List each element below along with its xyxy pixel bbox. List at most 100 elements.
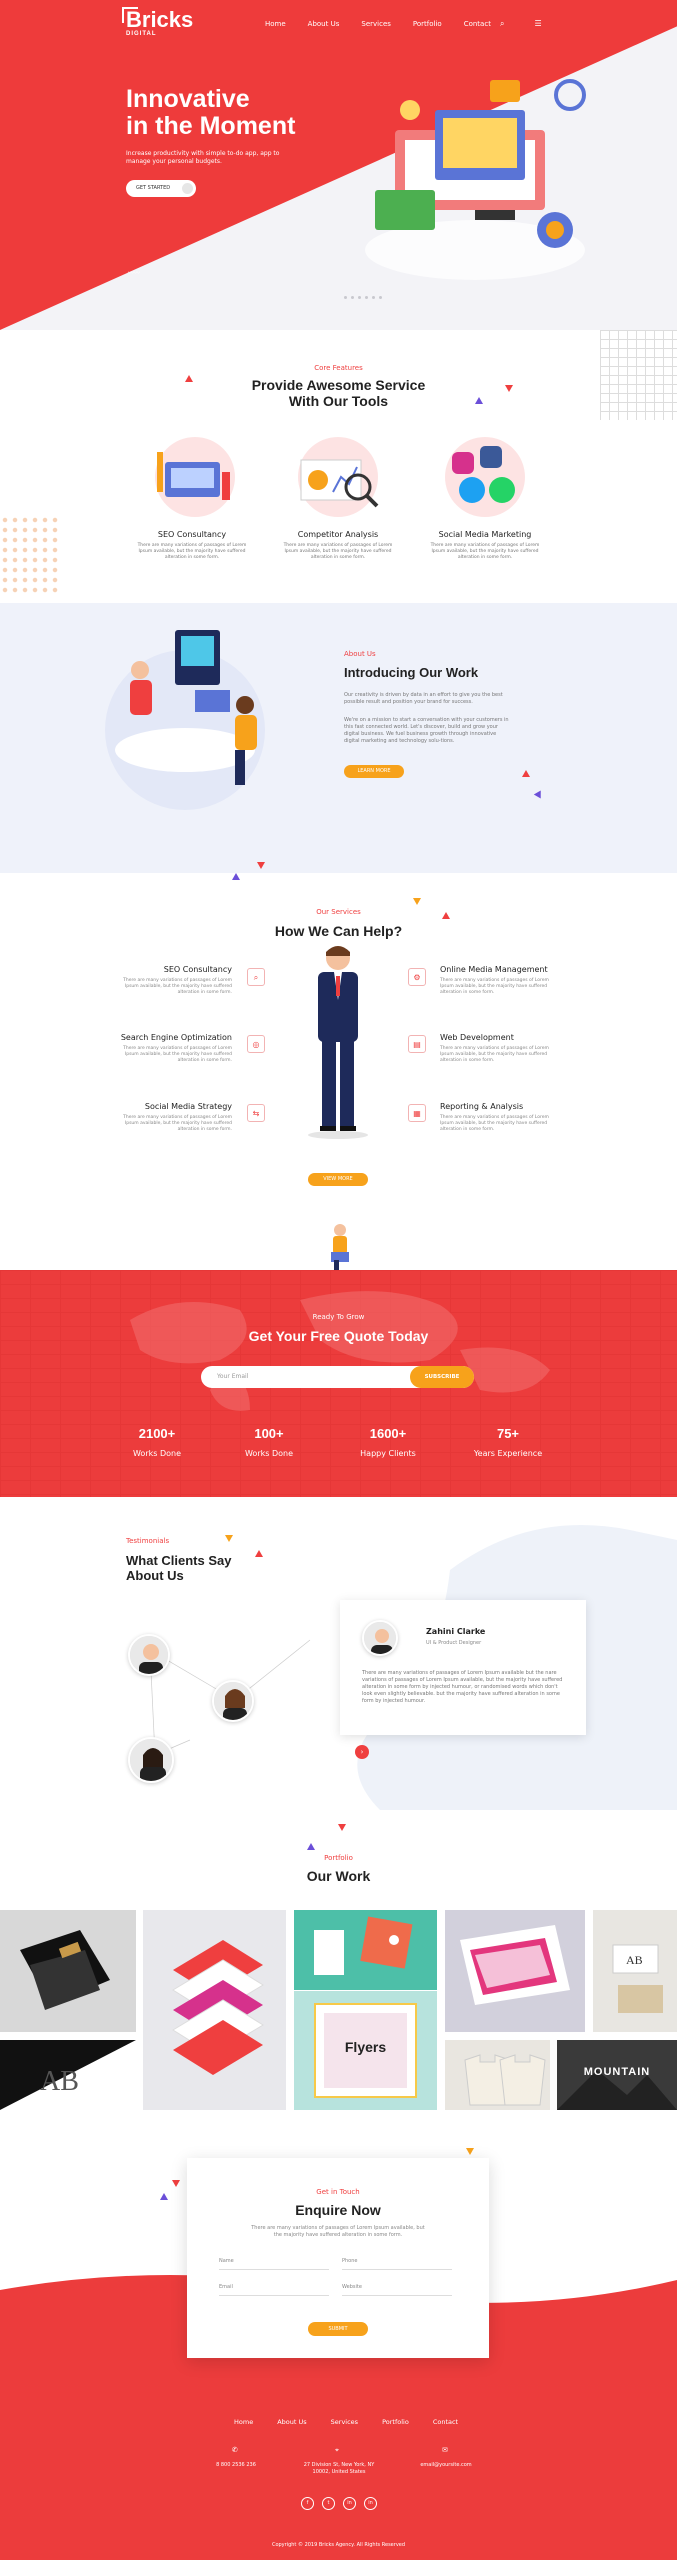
triangle-decor [413,898,421,905]
nav-contact[interactable]: Contact [464,20,491,28]
mountain-label: MOUNTAIN [583,2066,651,2078]
footer-address: 27 Division St, New York, NY 10002, Unit… [303,2462,375,2475]
testimonial-author-avatar [362,1620,398,1656]
hero-section: 〰〰 [0,0,677,330]
quote-eyebrow: Ready To Grow [312,1313,365,1321]
businessman-illustration [308,946,368,1139]
contact-card: Get in Touch Enquire Now There are many … [187,2158,489,2358]
stat-works-done-2: 100+ Works Done [244,1426,293,1458]
portfolio-item-6[interactable]: AB [0,2040,136,2110]
footer-email[interactable]: email@yoursite.com [401,2462,491,2469]
service-search-engine: Search Engine Optimization There are many… [120,1033,232,1063]
brand-logo[interactable]: Bricks DIGITAL [122,7,193,38]
services-title: How We Can Help? [274,923,403,939]
phone-field[interactable]: Phone [342,2258,452,2270]
email-input[interactable]: Email [219,2284,329,2296]
hero-illustration [365,79,586,280]
triangle-decor [232,873,240,880]
seo-icon [155,437,235,517]
mail-icon: ✉ [442,2446,448,2454]
portfolio-item-4[interactable] [445,1910,585,2032]
nav-icons: ⌕ ☰ [500,19,542,29]
portfolio-item-1[interactable] [0,1910,136,2032]
testimonial-text: There are many variations of passages of… [362,1670,563,1704]
learn-more-button[interactable]: LEARN MORE [344,765,404,778]
client-avatar-3[interactable] [128,1737,174,1783]
email-placeholder: Your Email [217,1373,249,1380]
about-title: Introducing Our Work [344,665,479,680]
portfolio-item-3[interactable] [294,1910,437,1990]
about-eyebrow: About Us [344,650,376,658]
portfolio-item-7[interactable] [445,2040,550,2110]
nav-portfolio[interactable]: Portfolio [413,20,442,28]
service-social: Social Media Strategy There are many vari… [123,1102,232,1132]
website-field[interactable]: Website [342,2284,452,2296]
services-eyebrow: Our Services [316,908,361,916]
hero-wave-decor: 〰〰 [128,270,141,277]
service-online-media: Online Media Management There are many va… [440,965,549,995]
hero-subtitle: Increase productivity with simple to-do … [126,150,280,165]
chart-icon: ▦ [408,1104,426,1122]
triangle-decor [160,2193,168,2200]
client-avatar-2[interactable] [212,1680,254,1722]
analysis-icon [298,437,379,517]
portfolio-item-5[interactable]: AB [593,1910,677,2032]
nav-home[interactable]: Home [265,20,286,28]
view-more-button[interactable]: VIEW MORE [308,1173,368,1186]
menu-icon[interactable]: ☰ [534,19,541,29]
next-arrow-icon[interactable]: › [355,1745,369,1759]
twitter-icon[interactable]: t [322,2497,335,2510]
name-field[interactable]: Name [219,2258,329,2270]
nav-services[interactable]: Services [361,20,391,28]
flyers-label: Flyers [344,2039,387,2055]
stat-happy-clients: 1600+ Happy Clients [360,1426,416,1458]
service-seo: SEO Consultancy There are many variations… [123,965,232,995]
footer-nav-home[interactable]: Home [234,2418,253,2426]
footer-phone: 8 800 2536 236 [216,2462,256,2468]
footer-nav-services[interactable]: Services [331,2418,358,2426]
feature-competitor: Competitor Analysis There are many varia… [283,432,393,561]
about-text-2: We're on a mission to start a conversati… [344,717,509,744]
footer-nav: Home About Us Services Portfolio Contact [234,2418,458,2426]
linkedin-icon[interactable]: in [364,2497,377,2510]
portfolio-item-mountain[interactable]: MOUNTAIN [557,2040,677,2110]
testimonials-eyebrow: Testimonials [126,1537,170,1545]
footer-nav-about[interactable]: About Us [277,2418,306,2426]
features-title: Provide Awesome Service With Our Tools [251,377,426,409]
triangle-decor [172,2180,180,2187]
media-icon: ⚙ [408,968,426,986]
search-icon[interactable]: ⌕ [500,19,504,29]
footer-nav-contact[interactable]: Contact [433,2418,458,2426]
portfolio-item-2[interactable] [143,1910,286,2110]
location-icon: ⌖ [335,2446,339,2454]
target-icon: ◎ [247,1035,265,1053]
dots-decor [0,515,60,595]
nav-about[interactable]: About Us [308,20,340,28]
contact-title: Enquire Now [295,2202,381,2218]
get-started-button[interactable]: GET STARTED [126,180,196,197]
portfolio-item-flyers[interactable]: Flyers [294,1991,437,2110]
feature-seo: SEO Consultancy There are many variation… [137,432,247,561]
triangle-decor [307,1843,315,1850]
footer-nav-portfolio[interactable]: Portfolio [382,2418,409,2426]
subscribe-button[interactable]: SUBSCRIBE [410,1366,474,1388]
share-icon: ⇆ [247,1104,265,1122]
svg-text:AB: AB [626,1953,643,1967]
testimonial-author-name: Zahini Clarke [426,1627,486,1636]
instagram-icon[interactable]: in [343,2497,356,2510]
triangle-decor [338,1824,346,1831]
copyright: Copyright © 2019 Bricks Agency. All Righ… [271,2542,406,2548]
page: 〰〰 Bricks DIGITAL Home About Us Services… [0,0,677,2560]
stat-works-done: 2100+ Works Done [132,1426,181,1458]
client-avatar-1[interactable] [128,1634,170,1676]
submit-button[interactable]: SUBMIT [308,2322,368,2336]
portfolio-eyebrow: Portfolio [324,1854,353,1862]
facebook-icon[interactable]: f [301,2497,314,2510]
social-icon [445,437,525,517]
seo-icon: ⌕ [247,968,265,986]
svg-text:AB: AB [40,2066,79,2097]
web-icon: ▤ [408,1035,426,1053]
features-eyebrow: Core Features [314,364,363,372]
sitting-person-illustration [331,1224,349,1272]
triangle-decor [466,2148,474,2155]
